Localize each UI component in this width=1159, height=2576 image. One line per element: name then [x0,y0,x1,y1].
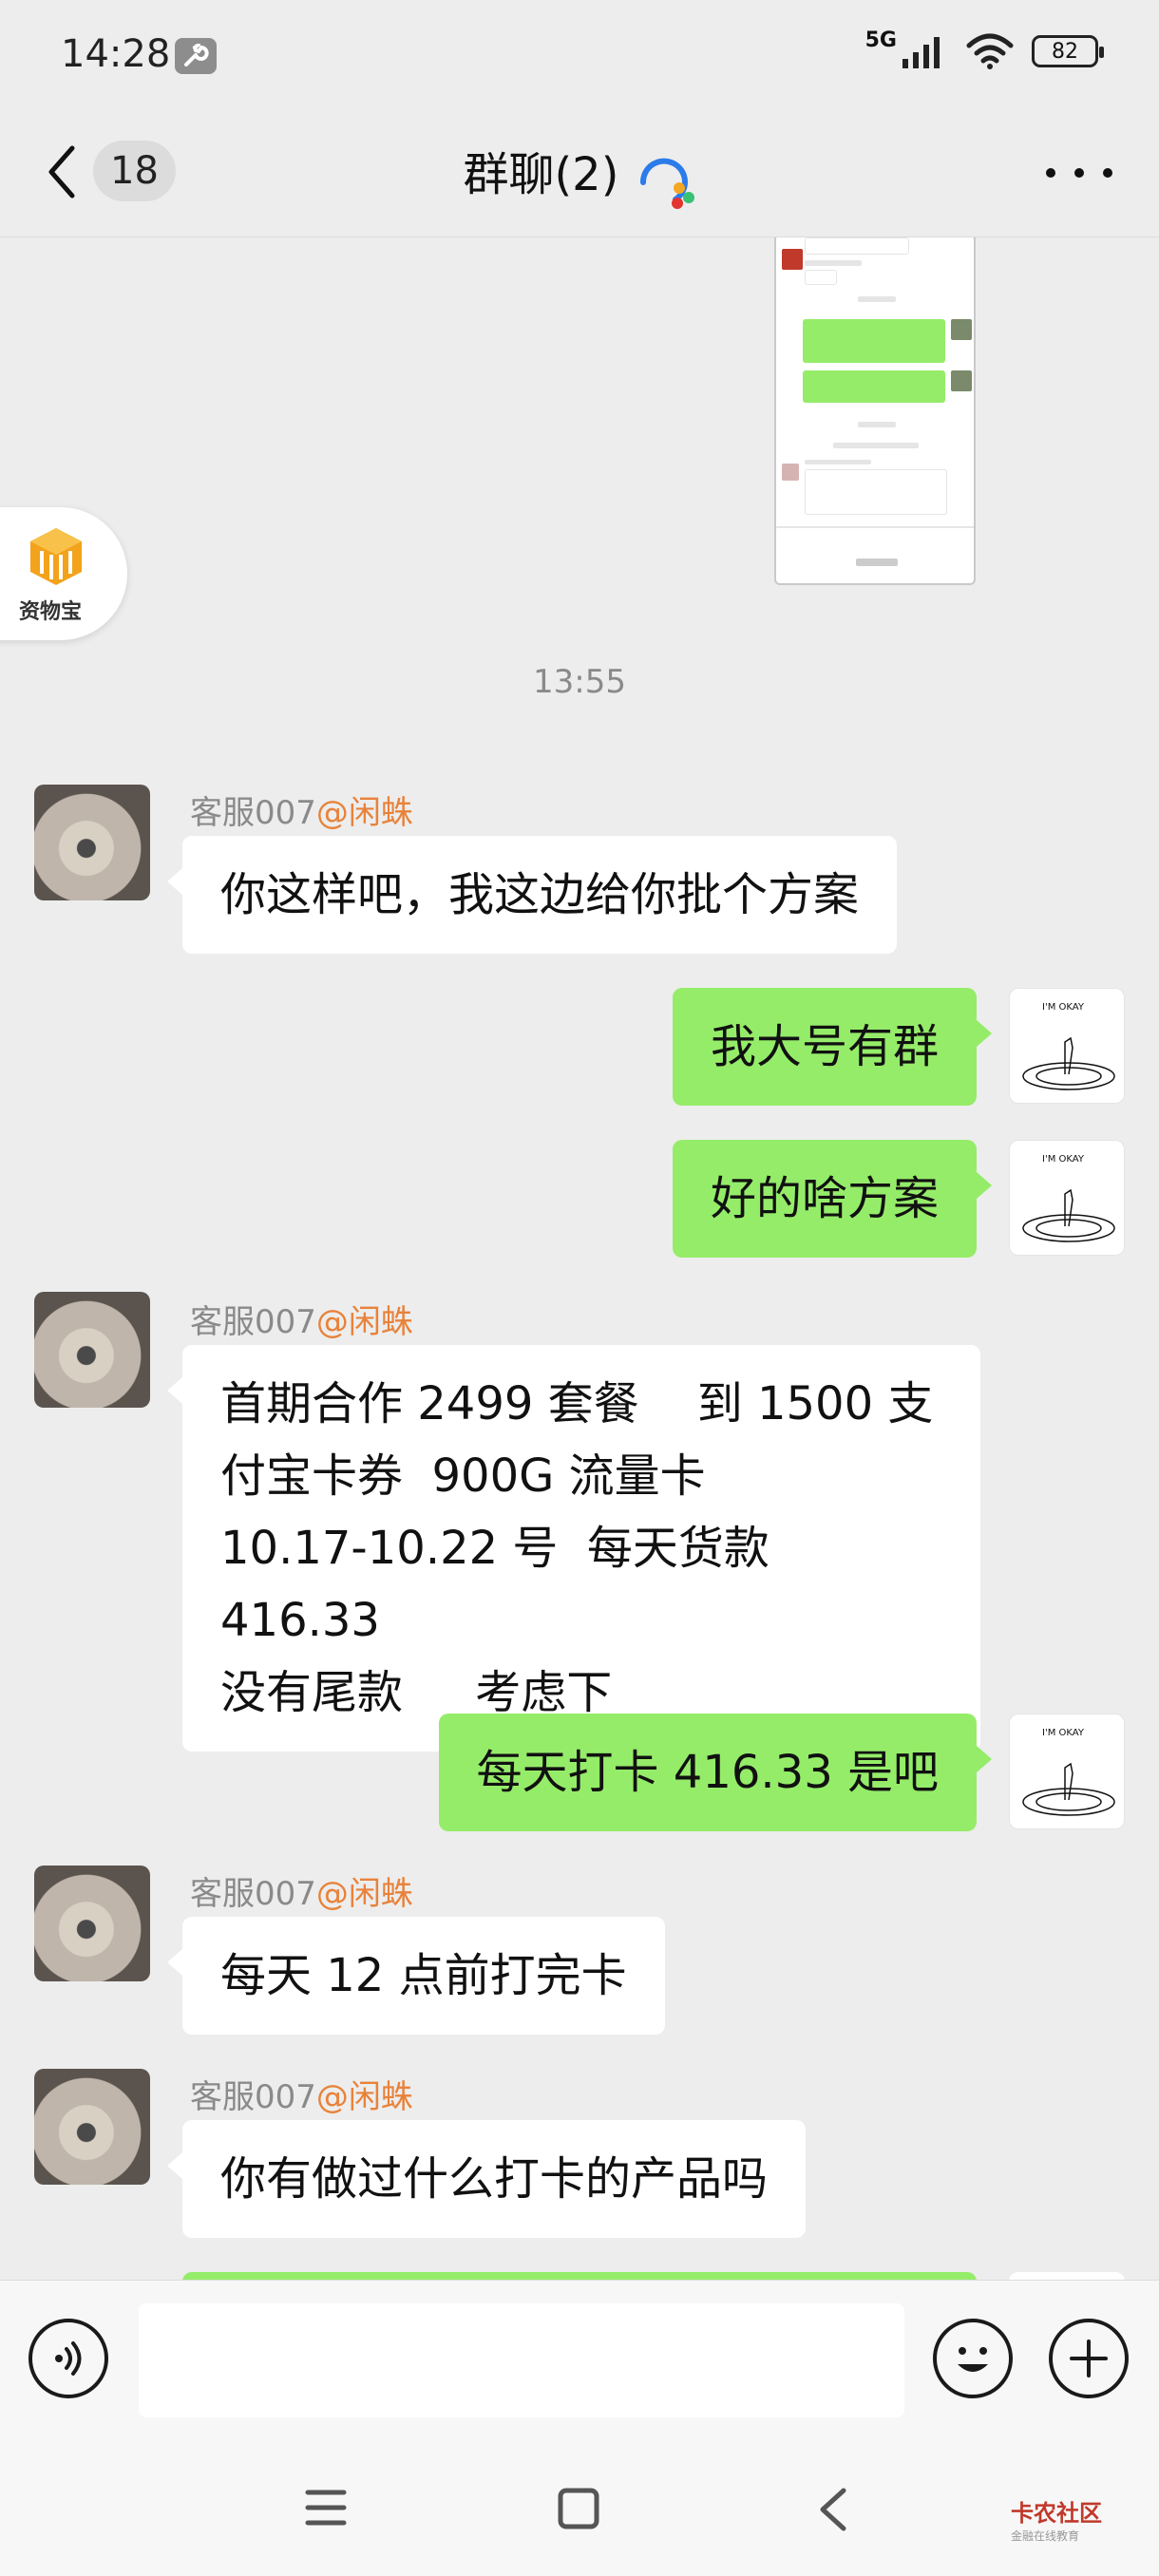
message-bubble[interactable]: 好的啥方案 [672,1140,993,1258]
timestamp: 13:55 [533,663,626,701]
message-bubble[interactable]: 每天 12 点前打完卡 [167,1917,665,2035]
image-message-screenshot[interactable] [774,237,976,585]
voice-input-button[interactable] [28,2319,108,2398]
message-bubble[interactable]: 首期合作 2499 套餐 到 1500 支 付宝卡券 900G 流量卡 10.1… [167,1345,980,1752]
back-icon[interactable] [817,2487,849,2532]
emoji-button[interactable] [933,2319,1013,2398]
home-icon[interactable] [557,2487,600,2530]
avatar[interactable] [34,1866,150,1981]
sender-name: 客服007@闲蛛 [190,794,413,832]
floating-app-badge[interactable]: 资物宝 [0,507,127,640]
svg-text:I'M OKAY: I'M OKAY [1042,1154,1085,1165]
wifi-icon [966,33,1014,69]
network-type: 5G [864,28,897,52]
message-bubble-partial[interactable] [182,2272,977,2280]
sender-name: 客服007@闲蛛 [190,1875,413,1913]
enterprise-chat-icon [639,158,694,209]
input-bar [0,2280,1159,2439]
message-input[interactable] [139,2303,904,2417]
title-wrap: 群聊(2) [0,137,1159,215]
system-navigation-bar: 卡农社区 金融在线教育 [0,2439,1159,2576]
sender-name: 客服007@闲蛛 [190,2078,413,2116]
sender-name: 客服007@闲蛛 [190,1303,413,1341]
chat-title: 群聊(2) [463,148,619,201]
floating-badge-label: 资物宝 [19,600,83,624]
message-bubble[interactable]: 每天打卡 416.33 是吧 [438,1714,993,1831]
emoji-icon [958,2347,988,2372]
svg-text:I'M OKAY: I'M OKAY [1042,1728,1085,1738]
battery-indicator: 82 [1032,35,1104,67]
more-functions-button[interactable] [1049,2319,1129,2398]
avatar[interactable] [34,785,150,900]
self-avatar[interactable]: I'M OKAY [1009,988,1125,1104]
avatar[interactable] [34,2069,150,2185]
watermark-logo: 卡农社区 金融在线教育 [1011,2500,1102,2543]
plus-icon [1070,2339,1108,2377]
self-avatar[interactable]: I'M OKAY [1009,1140,1125,1256]
more-options-icon[interactable] [1041,163,1117,182]
self-avatar[interactable]: I'M OKAY [1009,1714,1125,1829]
self-avatar-partial[interactable] [1009,2272,1125,2280]
chat-header: 18 群聊(2) [0,104,1159,237]
avatar[interactable] [34,1292,150,1408]
message-bubble[interactable]: 我大号有群 [672,988,993,1106]
cube-logo-icon [30,528,82,585]
message-bubble[interactable]: 你这样吧，我这边给你批个方案 [166,836,898,954]
status-bar: 14:28 5G 82 [0,0,1159,104]
wrench-icon [175,38,217,74]
status-time: 14:28 [61,32,171,76]
voice-icon [55,2341,82,2376]
svg-text:I'M OKAY: I'M OKAY [1042,1002,1085,1013]
message-list[interactable]: 13:55 客服007@闲蛛 你这样吧，我这边给你批个方案 I'M OKAY 我… [0,237,1159,2280]
message-bubble[interactable]: 你有做过什么打卡的产品吗 [166,2120,807,2238]
signal-icon [902,37,940,68]
menu-icon[interactable] [304,2487,348,2529]
